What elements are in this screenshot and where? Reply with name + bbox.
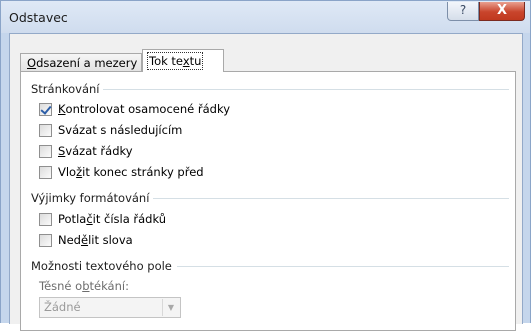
- textbox-options-heading: Možnosti textového pole: [31, 259, 172, 273]
- close-icon: X: [496, 3, 508, 18]
- keep-lines-together-checkbox[interactable]: [39, 144, 52, 158]
- suppress-line-numbers-checkbox[interactable]: [39, 212, 52, 226]
- tight-wrap-select[interactable]: Žádné ▼: [39, 297, 181, 318]
- exceptions-heading: Výjimky formátování: [31, 191, 150, 205]
- chevron-down-icon[interactable]: ▼: [162, 299, 179, 316]
- tight-wrap-label: Těsné obtékání:: [39, 279, 129, 293]
- pagination-divider: [103, 89, 509, 90]
- textbox-options-divider: [177, 266, 509, 267]
- keep-lines-together-option[interactable]: Svázat řádky: [39, 143, 133, 159]
- widow-control-option[interactable]: Kontrolovat osamocené řádky: [39, 101, 230, 117]
- exceptions-divider: [153, 198, 509, 199]
- dialog-title: Odstavec: [9, 10, 68, 25]
- suppress-line-numbers-option[interactable]: Potla č it čísla řádků: [39, 211, 166, 227]
- dont-hyphenate-checkbox[interactable]: [39, 233, 52, 247]
- close-button[interactable]: X: [479, 2, 525, 21]
- paragraph-dialog: Odstavec ? X Odsazení a mezery Tok textu…: [0, 0, 531, 331]
- help-button[interactable]: ?: [447, 2, 479, 21]
- page-break-before-checkbox[interactable]: [39, 165, 52, 179]
- tight-wrap-value: Žádné: [44, 300, 81, 314]
- keep-with-next-option[interactable]: Svázat s následujícím: [39, 122, 182, 138]
- widow-control-checkbox[interactable]: [39, 102, 52, 116]
- dialog-body: Odsazení a mezery Tok textu Stránkování …: [9, 33, 523, 331]
- help-icon: ?: [459, 3, 467, 17]
- pagination-heading: Stránkování: [31, 82, 100, 96]
- dont-hyphenate-option[interactable]: Ned ě lit slova: [39, 232, 133, 248]
- tab-panel-text-flow: Stránkování Kontrolovat osamocené řádky …: [20, 71, 516, 331]
- title-bar[interactable]: Odstavec ? X: [1, 1, 530, 33]
- tab-text-flow[interactable]: Tok textu: [142, 49, 224, 72]
- page-break-before-option[interactable]: Vlo ž it konec stránky před: [39, 164, 204, 180]
- keep-with-next-checkbox[interactable]: [39, 123, 52, 137]
- tab-indents-spacing[interactable]: Odsazení a mezery: [20, 53, 142, 71]
